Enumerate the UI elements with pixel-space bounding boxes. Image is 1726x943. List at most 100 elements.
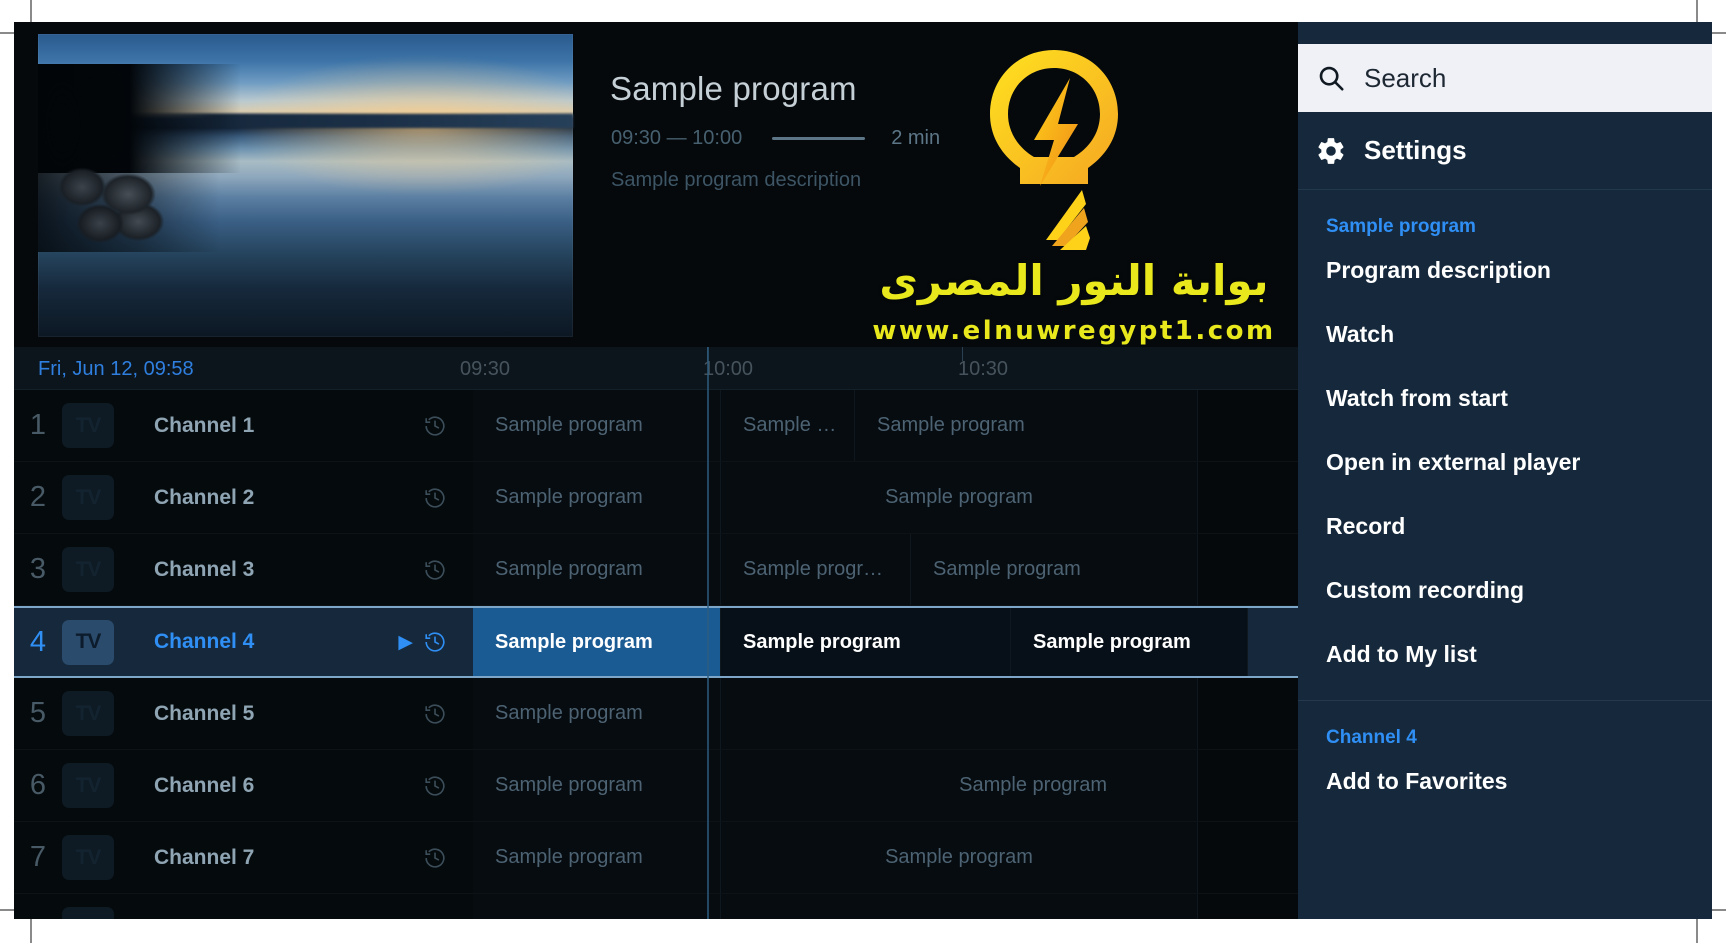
program-cell[interactable]: Sample program <box>473 750 721 821</box>
channel-number: 3 <box>29 553 47 585</box>
channel-logo-icon: TV <box>62 475 114 520</box>
channel-logo-icon: TV <box>62 691 114 736</box>
channel-logo-icon: TV <box>62 907 114 919</box>
program-cell-label: Sample program <box>885 846 1033 868</box>
channel-number: 4 <box>29 625 47 658</box>
channel-name: Channel 7 <box>154 845 255 869</box>
program-cell[interactable]: Sample program <box>473 534 721 605</box>
program-cell-label: Sample program <box>495 702 643 724</box>
channel-header[interactable]: 7 TV Channel 7 <box>14 822 473 893</box>
program-cell[interactable]: Sample program <box>473 608 721 676</box>
catchup-history-icon[interactable] <box>423 702 447 726</box>
program-action-item[interactable]: Program description <box>1298 238 1712 302</box>
channel-logo-icon: TV <box>62 835 114 880</box>
timeline-header: Fri, Jun 12, 09:58 09:30 10:00 10:30 <box>14 347 1298 390</box>
channel-grid[interactable]: 1 TV Channel 1 Sample program Sample … Sample… <box>14 390 1298 919</box>
channel-number: 7 <box>29 841 47 873</box>
program-cell[interactable]: Sample program <box>473 822 721 893</box>
channel-header[interactable]: 3 TV Channel 3 <box>14 534 473 605</box>
preview-rocks <box>54 167 183 259</box>
settings-label: Settings <box>1364 135 1467 165</box>
program-info-panel: Sample program 09:30 — 10:00 2 min Sampl… <box>14 22 1298 347</box>
settings-menu-item[interactable]: Settings <box>1298 112 1712 190</box>
current-time-indicator-line <box>707 347 709 919</box>
program-action-list[interactable]: Program description Watch Watch from start… <box>1298 238 1712 686</box>
channel-name: Channel 2 <box>154 485 255 509</box>
tv-guide-screen: Sample program 09:30 — 10:00 2 min Sampl… <box>14 22 1712 919</box>
channel-row[interactable]: 6 TV Channel 6 Sample program Sample program <box>14 750 1298 822</box>
channel-row[interactable]: 4 TV Channel 4 ▶ Sample program Sample progra… <box>14 606 1298 678</box>
channel-row[interactable]: TV <box>14 894 1298 919</box>
program-cell[interactable]: Sample program <box>1011 608 1248 676</box>
channel-number: 5 <box>29 697 47 729</box>
watermark-arabic-text: بوابة النور المصرى <box>879 256 1269 305</box>
search-menu-item[interactable]: Search <box>1298 44 1712 112</box>
channel-header[interactable]: 1 TV Channel 1 <box>14 390 473 461</box>
channel-number: 1 <box>29 409 47 441</box>
program-action-item[interactable]: Record <box>1298 494 1712 558</box>
program-track: Sample program <box>473 678 1298 749</box>
program-action-item[interactable]: Watch <box>1298 302 1712 366</box>
program-cell[interactable]: Sample program <box>721 608 1011 676</box>
program-action-item[interactable]: Add to My list <box>1298 622 1712 686</box>
program-cell[interactable]: Sample … <box>721 390 855 461</box>
channel-header[interactable]: 4 TV Channel 4 ▶ <box>14 608 473 676</box>
catchup-history-icon[interactable] <box>423 630 447 654</box>
channel-header[interactable]: 5 TV Channel 5 <box>14 678 473 749</box>
timeline-tick-1030: 10:30 <box>958 358 1009 380</box>
program-cell[interactable] <box>473 894 721 919</box>
catchup-history-icon[interactable] <box>423 486 447 510</box>
program-cell-label: Sample program <box>495 486 643 508</box>
program-cell[interactable]: Sample program <box>721 822 1198 893</box>
channel-number: 2 <box>29 481 47 513</box>
channel-row[interactable]: 2 TV Channel 2 Sample program Sample program <box>14 462 1298 534</box>
catchup-history-icon[interactable] <box>423 774 447 798</box>
program-cell[interactable]: Sample program <box>721 462 1198 533</box>
program-cell[interactable]: Sample program <box>473 390 721 461</box>
catchup-history-icon[interactable] <box>423 414 447 438</box>
program-cell[interactable]: Sample program <box>473 462 721 533</box>
program-track <box>473 894 1298 919</box>
channel-header[interactable]: 6 TV Channel 6 <box>14 750 473 821</box>
channel-row[interactable]: 7 TV Channel 7 Sample program Sample program <box>14 822 1298 894</box>
channel-header[interactable]: 2 TV Channel 2 <box>14 462 473 533</box>
program-title: Sample program <box>610 70 857 107</box>
program-cell[interactable]: Sample progr… <box>721 534 911 605</box>
program-cell-label: Sample program <box>885 486 1033 508</box>
program-cell-label: Sample program <box>743 630 901 653</box>
catchup-history-icon[interactable] <box>423 558 447 582</box>
menu-section-title-program: Sample program <box>1326 216 1476 237</box>
channel-row[interactable]: 3 TV Channel 3 Sample program Sample progr… S… <box>14 534 1298 606</box>
site-watermark: بوابة النور المصرى www.elnuwregypt1.com <box>872 44 1304 346</box>
program-action-item[interactable]: Open in external player <box>1298 430 1712 494</box>
channel-row[interactable]: 1 TV Channel 1 Sample program Sample … Sample… <box>14 390 1298 462</box>
program-cell-label: Sample … <box>743 414 837 436</box>
program-cell[interactable]: Sample program <box>721 750 1198 821</box>
program-cell[interactable]: Sample program <box>855 390 1198 461</box>
program-cell-label: Sample program <box>495 630 653 653</box>
program-description: Sample program description <box>611 169 862 191</box>
program-cell[interactable]: Sample program <box>473 678 721 749</box>
program-cell-label: Sample program <box>495 774 643 796</box>
context-side-menu[interactable]: Search Settings Sample program Program d… <box>1298 22 1712 919</box>
program-time-range: 09:30 — 10:00 <box>611 127 743 149</box>
timeline-tick-1000: 10:00 <box>703 358 754 380</box>
program-cell[interactable] <box>721 894 1198 919</box>
catchup-history-icon[interactable] <box>423 846 447 870</box>
channel-logo-icon: TV <box>62 403 114 448</box>
program-cell-label: Sample program <box>933 558 1081 580</box>
program-action-item[interactable]: Custom recording <box>1298 558 1712 622</box>
channel-header[interactable]: TV <box>14 894 473 919</box>
channel-name: Channel 6 <box>154 773 255 797</box>
program-cell[interactable] <box>721 678 1198 749</box>
program-cell-label: Sample progr… <box>743 558 884 580</box>
channel-row[interactable]: 5 TV Channel 5 Sample program <box>14 678 1298 750</box>
program-cell[interactable]: Sample program <box>911 534 1198 605</box>
channel-name: Channel 4 <box>154 630 255 653</box>
channel-action-list[interactable]: Add to Favorites <box>1298 749 1712 813</box>
channel-action-item[interactable]: Add to Favorites <box>1298 749 1712 813</box>
program-action-item[interactable]: Watch from start <box>1298 366 1712 430</box>
program-preview-thumbnail[interactable] <box>38 34 573 337</box>
gear-icon <box>1298 135 1364 167</box>
program-cell-label: Sample program <box>959 774 1107 796</box>
